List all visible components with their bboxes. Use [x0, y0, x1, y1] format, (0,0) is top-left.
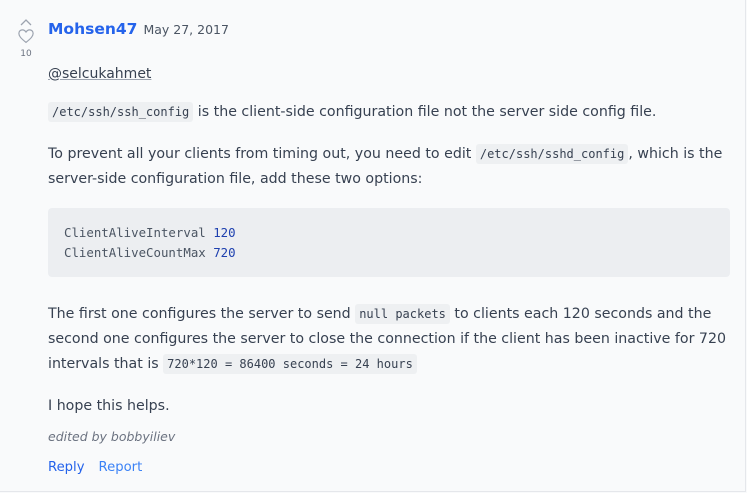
inline-code: 720*120 = 86400 seconds = 24 hours	[163, 354, 417, 374]
comment-header: Mohsen47 May 27, 2017	[48, 20, 730, 46]
code-block: ClientAliveInterval 120 ClientAliveCount…	[48, 208, 730, 277]
paragraph-4: I hope this helps.	[48, 398, 170, 414]
user-mention-link[interactable]: @selcukahmet	[48, 63, 151, 85]
code-value: 720	[213, 245, 236, 260]
code-key: ClientAliveCountMax	[64, 245, 206, 260]
paragraph-text: The first one configures the server to s…	[48, 306, 356, 322]
inline-code: null packets	[355, 304, 450, 324]
code-value: 120	[213, 225, 236, 240]
comment-body: Mohsen47 May 27, 2017 @selcukahmet /etc/…	[48, 20, 730, 475]
comment-actions: Reply Report	[48, 460, 730, 475]
vote-count: 10	[20, 49, 32, 59]
comment-date: May 27, 2017	[143, 22, 229, 37]
paragraph-1: /etc/ssh/ssh_config is the client-side c…	[48, 100, 730, 125]
vote-widget: 10	[14, 18, 38, 59]
author-link[interactable]: Mohsen47	[48, 20, 137, 38]
paragraph-text: is the client-side configuration file no…	[193, 104, 657, 120]
report-link[interactable]: Report	[99, 460, 143, 475]
inline-code: /etc/ssh/ssh_config	[48, 102, 194, 122]
inline-code: /etc/ssh/sshd_config	[475, 144, 629, 164]
paragraph-3: The first one configures the server to s…	[48, 302, 730, 377]
reply-link[interactable]: Reply	[48, 460, 85, 475]
code-line: ClientAliveCountMax 720	[64, 243, 714, 263]
code-line: ClientAliveInterval 120	[64, 223, 714, 243]
comment-card: 10 Mohsen47 May 27, 2017 @selcukahmet /e…	[0, 0, 746, 492]
heart-icon[interactable]	[17, 27, 35, 45]
paragraph-text: To prevent all your clients from timing …	[48, 146, 476, 162]
code-key: ClientAliveInterval	[64, 225, 206, 240]
paragraph-2: To prevent all your clients from timing …	[48, 142, 730, 192]
edited-by-note: edited by bobbyiliev	[48, 429, 176, 444]
upvote-chevron-icon[interactable]	[20, 18, 32, 26]
